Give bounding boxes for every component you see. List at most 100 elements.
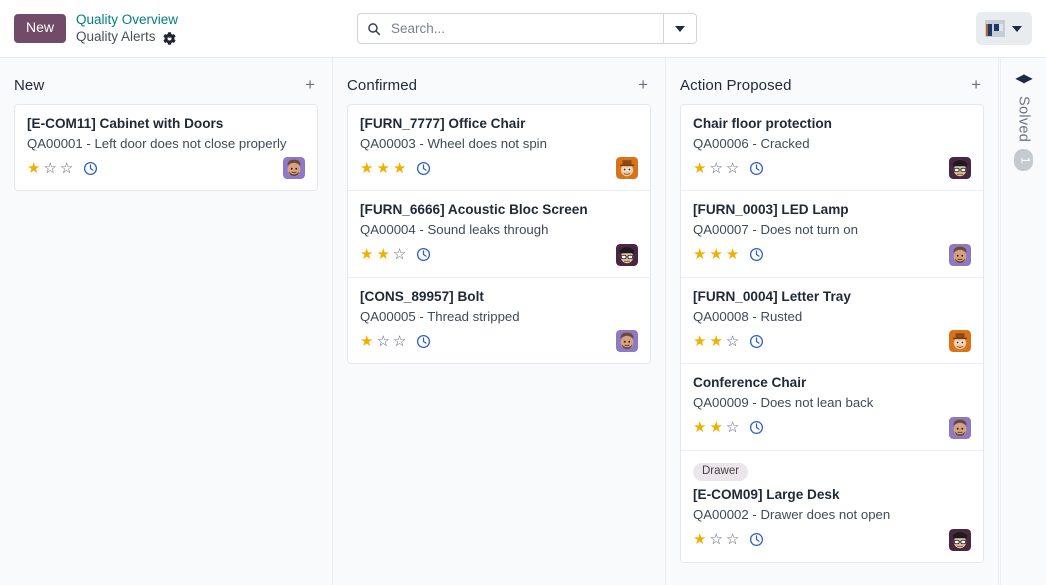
priority-stars[interactable]: ★★ ☆ <box>360 247 406 262</box>
kanban-column-title: Confirmed <box>347 77 417 94</box>
kanban-card[interactable]: Chair floor protectionQA00006 - Cracked★… <box>681 105 983 190</box>
search-view[interactable] <box>357 13 697 44</box>
folded-column-count: 1 <box>1014 149 1034 171</box>
avatar[interactable] <box>949 157 971 179</box>
clock-icon[interactable] <box>749 532 764 547</box>
priority-star-2[interactable]: ☆ <box>376 334 389 349</box>
priority-star-1[interactable]: ★ <box>693 532 706 547</box>
card-title: [CONS_89957] Bolt <box>360 288 638 306</box>
search-input-wrapper[interactable] <box>358 14 663 43</box>
clock-icon[interactable] <box>416 161 431 176</box>
kanban-card[interactable]: [FURN_0004] Letter Tray QA00008 - Rusted ★… <box>681 277 983 363</box>
kanban-card[interactable]: [FURN_0003] LED Lamp QA00007 - Does not t… <box>681 190 983 276</box>
kanban-card[interactable]: [FURN_7777] Office ChairQA00003 - Wheel … <box>348 105 650 190</box>
search-input[interactable] <box>389 14 654 43</box>
plus-icon[interactable]: + <box>968 76 984 95</box>
priority-star-2[interactable]: ☆ <box>709 532 722 547</box>
avatar[interactable] <box>949 529 971 551</box>
priority-star-1[interactable]: ★ <box>693 161 706 176</box>
clock-icon[interactable] <box>416 247 431 262</box>
kanban-card-list: Chair floor protectionQA00006 - Cracked★… <box>680 104 984 563</box>
kanban-card-list: [FURN_7777] Office ChairQA00003 - Wheel … <box>347 104 651 364</box>
gear-icon[interactable] <box>163 29 176 45</box>
kanban-card[interactable]: Conference ChairQA00009 - Does not lean … <box>681 363 983 449</box>
priority-star-3[interactable]: ☆ <box>726 161 739 176</box>
card-subtitle: QA00007 - Does not turn on <box>693 221 971 239</box>
kanban-column-action-proposed: Action Proposed+Chair floor protectionQA… <box>666 58 999 585</box>
card-subtitle: QA00003 - Wheel does not spin <box>360 135 638 153</box>
priority-star-1[interactable]: ★ <box>693 420 706 435</box>
avatar[interactable] <box>616 157 638 179</box>
card-subtitle: QA00008 - Rusted <box>693 308 971 326</box>
breadcrumb-item-quality-overview[interactable]: Quality Overview <box>76 12 178 29</box>
priority-stars[interactable]: ★★★ <box>360 161 406 176</box>
kanban-column-confirmed: Confirmed + [FURN_7777] Office ChairQA0000… <box>333 58 666 585</box>
priority-star-3[interactable]: ☆ <box>393 334 406 349</box>
priority-stars[interactable]: ★☆☆ <box>693 532 739 547</box>
priority-star-2[interactable]: ★ <box>376 247 389 262</box>
clock-icon[interactable] <box>83 161 98 176</box>
card-footer: ★★ ☆ <box>360 244 638 266</box>
priority-star-2[interactable]: ☆ <box>709 161 722 176</box>
plus-icon[interactable]: + <box>302 76 318 95</box>
clock-icon[interactable] <box>749 247 764 262</box>
breadcrumb-item-quality-alerts: Quality Alerts <box>76 29 156 46</box>
card-subtitle: QA00005 - Thread stripped <box>360 308 638 326</box>
kanban-card[interactable]: Drawer[E-COM09] Large DeskQA00002 - Draw… <box>681 450 983 562</box>
card-title: [FURN_0003] LED Lamp <box>693 201 971 219</box>
priority-star-2[interactable]: ☆ <box>43 161 56 176</box>
priority-stars[interactable]: ★★ ☆ <box>693 420 739 435</box>
search-dropdown-toggle[interactable] <box>663 14 696 43</box>
priority-star-2[interactable]: ★ <box>376 161 389 176</box>
kanban-board: New+ [E-COM11] Cabinet with DoorsQA00001 … <box>0 58 1046 585</box>
kanban-column-new: New+ [E-COM11] Cabinet with DoorsQA00001 … <box>0 58 333 585</box>
kanban-card[interactable]: [CONS_89957] Bolt QA00005 - Thread stripp… <box>348 277 650 363</box>
priority-star-1[interactable]: ★ <box>693 334 706 349</box>
kanban-app: New Quality Overview Quality Alerts <box>0 0 1046 585</box>
card-footer: ★☆☆ <box>693 529 971 551</box>
plus-icon[interactable]: + <box>635 76 651 95</box>
clock-icon[interactable] <box>749 334 764 349</box>
priority-star-1[interactable]: ★ <box>360 161 373 176</box>
kanban-card[interactable]: [FURN_6666] Acoustic Bloc ScreenQA00004 … <box>348 190 650 276</box>
priority-star-1[interactable]: ★ <box>360 334 373 349</box>
priority-star-2[interactable]: ★ <box>709 334 722 349</box>
clock-icon[interactable] <box>749 420 764 435</box>
avatar[interactable] <box>616 244 638 266</box>
clock-icon[interactable] <box>416 334 431 349</box>
priority-star-3[interactable]: ★ <box>393 161 406 176</box>
view-switcher[interactable] <box>976 12 1032 45</box>
priority-star-2[interactable]: ★ <box>709 420 722 435</box>
priority-stars[interactable]: ★☆☆ <box>27 161 73 176</box>
priority-stars[interactable]: ★★★ <box>693 247 739 262</box>
card-title: [E-COM11] Cabinet with Doors <box>27 115 305 133</box>
clock-icon[interactable] <box>749 161 764 176</box>
control-panel-left: New Quality Overview Quality Alerts <box>14 12 178 46</box>
card-subtitle: QA00004 - Sound leaks through <box>360 221 638 239</box>
priority-stars[interactable]: ★☆☆ <box>693 161 739 176</box>
priority-star-3[interactable]: ☆ <box>393 247 406 262</box>
priority-star-1[interactable]: ★ <box>27 161 40 176</box>
priority-star-2[interactable]: ★ <box>709 247 722 262</box>
priority-star-3[interactable]: ☆ <box>726 334 739 349</box>
card-title: [FURN_0004] Letter Tray <box>693 288 971 306</box>
expand-arrows-icon[interactable]: ◀▶ <box>1015 72 1031 84</box>
priority-stars[interactable]: ★☆☆ <box>360 334 406 349</box>
avatar[interactable] <box>949 244 971 266</box>
priority-star-3[interactable]: ☆ <box>726 420 739 435</box>
card-footer: ★☆☆ <box>693 157 971 179</box>
kanban-card[interactable]: [E-COM11] Cabinet with DoorsQA00001 - Le… <box>15 105 317 190</box>
priority-stars[interactable]: ★★ ☆ <box>693 334 739 349</box>
priority-star-3[interactable]: ☆ <box>60 161 73 176</box>
avatar[interactable] <box>949 330 971 352</box>
avatar[interactable] <box>616 330 638 352</box>
avatar[interactable] <box>949 417 971 439</box>
kanban-column-folded-solved[interactable]: ◀▶ Solved 1 <box>1000 58 1046 585</box>
priority-star-3[interactable]: ☆ <box>726 532 739 547</box>
priority-star-1[interactable]: ★ <box>360 247 373 262</box>
priority-star-3[interactable]: ★ <box>726 247 739 262</box>
avatar[interactable] <box>283 157 305 179</box>
new-button[interactable]: New <box>14 14 66 42</box>
kanban-column-header: New+ <box>14 58 318 100</box>
priority-star-1[interactable]: ★ <box>693 247 706 262</box>
